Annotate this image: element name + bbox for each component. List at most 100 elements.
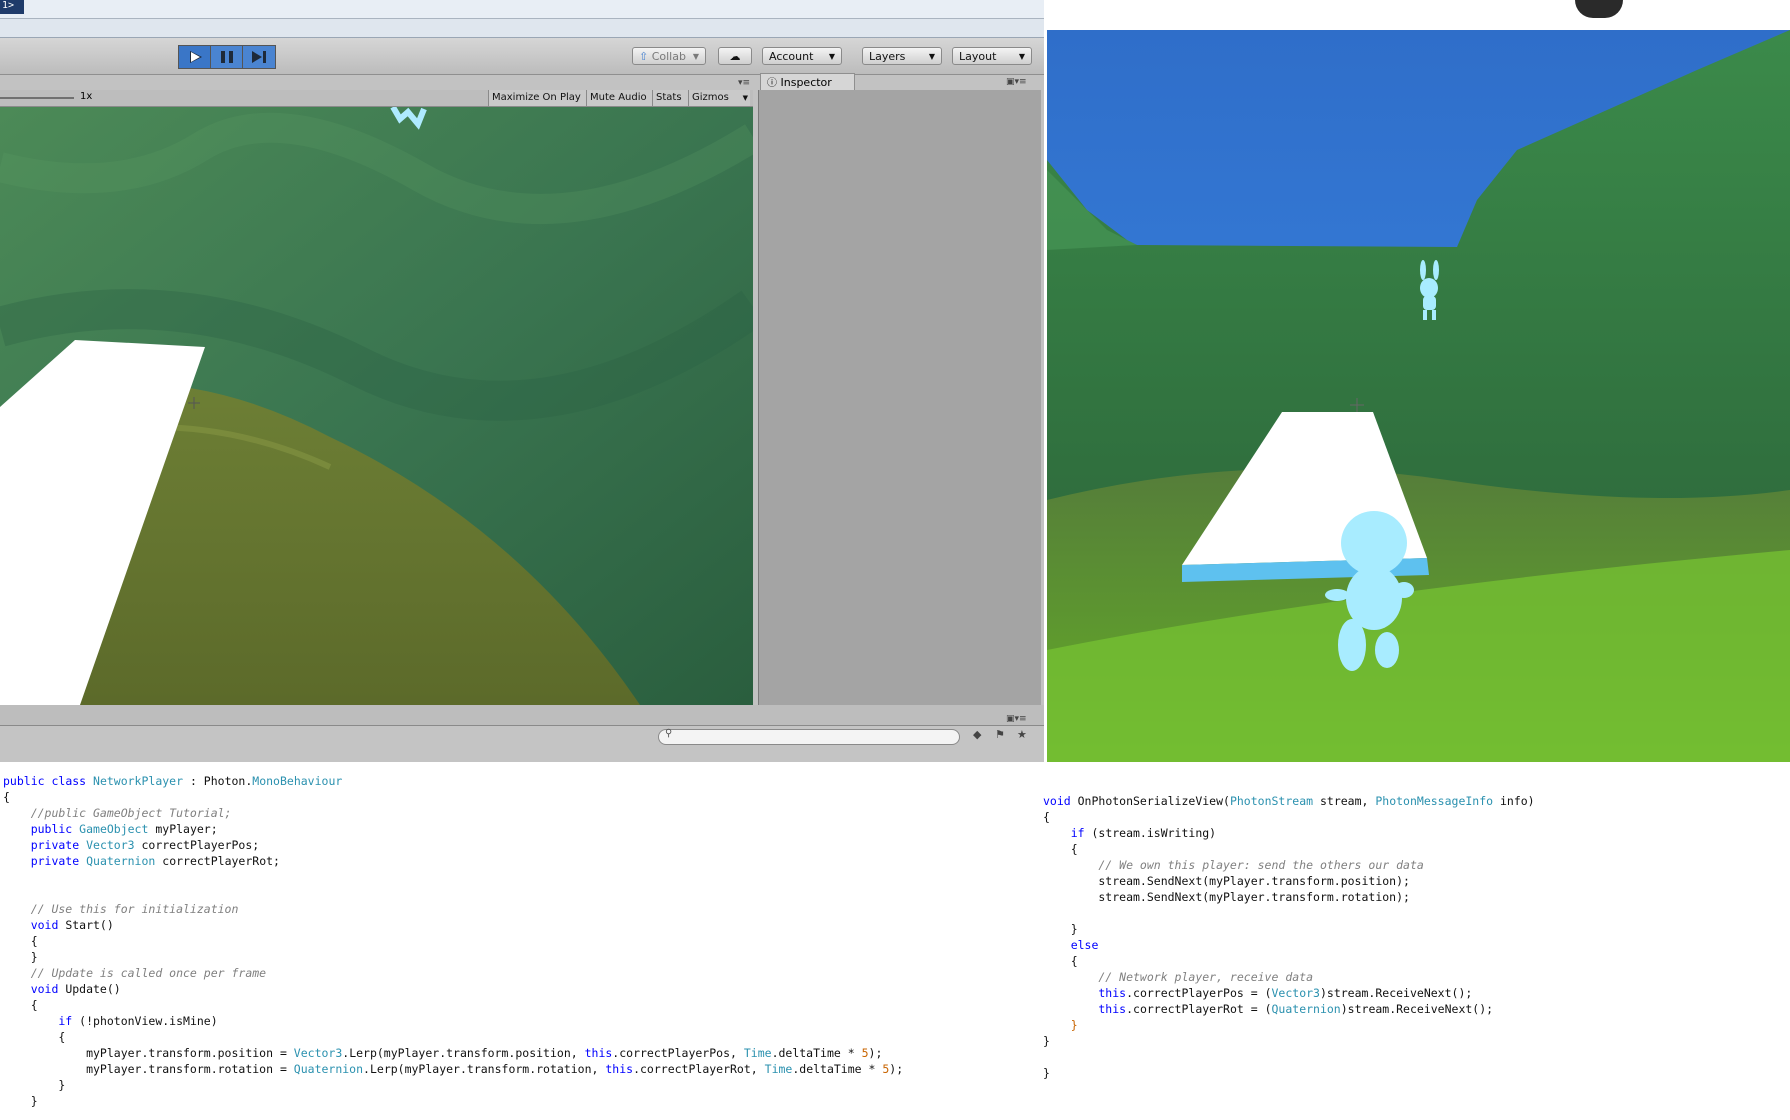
pause-button[interactable]	[210, 45, 244, 69]
code-line: }	[3, 1077, 1003, 1093]
project-panel-header	[0, 705, 1044, 726]
code-line: //public GameObject Tutorial;	[3, 805, 1003, 821]
code-line: public class NetworkPlayer : Photon.Mono…	[3, 773, 1003, 789]
gizmos-label: Gizmos	[692, 92, 729, 103]
collab-icon: ⇧	[639, 50, 649, 63]
code-token: .deltaTime *	[771, 1046, 862, 1060]
code-line: myPlayer.transform.position = Vector3.Le…	[3, 1045, 1003, 1061]
search-icon: ⚲	[665, 728, 673, 739]
code-token: Quaternion	[1271, 1002, 1341, 1016]
lock-icon[interactable]: ▣▾≡	[1006, 714, 1027, 724]
account-button[interactable]: Account ▼	[762, 47, 842, 65]
code-token: info)	[1493, 794, 1535, 808]
code-token: PhotonMessageInfo	[1375, 794, 1494, 808]
layers-button[interactable]: Layers ▼	[862, 47, 942, 65]
cloud-icon: ☁	[729, 50, 741, 63]
window-top-strip	[1047, 0, 1790, 31]
play-icon	[190, 51, 202, 63]
game-render-view[interactable]	[1047, 30, 1790, 762]
panel-menu-icon[interactable]: ▾≡	[738, 78, 750, 88]
chevron-down-icon: ▼	[1018, 52, 1025, 61]
unity-editor-window: 1> ⇧ Collab ▼ ☁ Account ▼ Layers ▼ Layou…	[0, 0, 1044, 762]
code-token: );	[889, 1062, 904, 1076]
code-token: {	[1043, 954, 1078, 968]
ide-title: 1>	[0, 0, 24, 14]
chevron-down-icon: ▼	[692, 52, 699, 61]
code-token: this	[1043, 986, 1127, 1000]
code-token: MonoBehaviour	[252, 774, 343, 788]
code-token: void	[1043, 794, 1078, 808]
code-token: Update()	[65, 982, 121, 996]
code-token: NetworkPlayer	[93, 774, 184, 788]
code-token: private	[3, 854, 87, 868]
code-token: {	[3, 1030, 66, 1044]
layout-button[interactable]: Layout ▼	[952, 47, 1032, 65]
game-build-window	[1047, 0, 1790, 762]
menu-band	[0, 19, 1044, 38]
code-token: }	[3, 950, 38, 964]
code-token: myPlayer;	[148, 822, 218, 836]
project-search-input[interactable]: ⚲	[658, 728, 960, 745]
favorite-star-icon[interactable]: ★	[1017, 728, 1027, 741]
code-line: {	[3, 789, 1003, 805]
code-line: {	[3, 933, 1003, 949]
code-token: .correctPlayerRot = (	[1126, 1002, 1272, 1016]
mute-audio-button[interactable]: Mute Audio	[586, 90, 652, 106]
code-line: {	[1043, 953, 1783, 969]
code-token: {	[3, 934, 38, 948]
code-token: GameObject	[79, 822, 149, 836]
code-line: // Update is called once per frame	[3, 965, 1003, 981]
code-token: myPlayer.transform.position =	[3, 1046, 294, 1060]
code-token: Start()	[65, 918, 114, 932]
code-token: private	[3, 838, 87, 852]
code-line: // Network player, receive data	[1043, 969, 1783, 985]
code-line: if (stream.isWriting)	[1043, 825, 1783, 841]
filter-by-type-icon[interactable]: ◆	[973, 728, 981, 741]
lock-icon[interactable]: ▣▾≡	[1006, 77, 1027, 87]
code-token: }	[1043, 922, 1078, 936]
play-button[interactable]	[178, 45, 212, 69]
code-line: {	[3, 997, 1003, 1013]
filter-by-label-icon[interactable]: ⚑	[995, 728, 1005, 741]
code-token: stream.SendNext(myPlayer.transform.posit…	[1043, 874, 1410, 888]
code-token: if	[1043, 826, 1092, 840]
code-line: this.correctPlayerRot = (Quaternion)stre…	[1043, 1001, 1783, 1017]
collab-button[interactable]: ⇧ Collab ▼	[632, 47, 706, 65]
code-line: // Use this for initialization	[3, 901, 1003, 917]
maximize-on-play-button[interactable]: Maximize On Play	[488, 90, 586, 106]
scale-slider[interactable]	[0, 97, 74, 99]
code-token: }	[1043, 1034, 1050, 1048]
code-snippet-right: void OnPhotonSerializeView(PhotonStream …	[1043, 793, 1783, 1103]
code-token: else	[1043, 938, 1099, 952]
code-token: this	[584, 1046, 613, 1060]
code-snippet-left: public class NetworkPlayer : Photon.Mono…	[3, 773, 1003, 1113]
code-token: class	[51, 774, 94, 788]
code-line: if (!photonView.isMine)	[3, 1013, 1003, 1029]
tab-inspector[interactable]: ⓘ Inspector	[760, 73, 855, 90]
code-line: }	[3, 1093, 1003, 1109]
code-token: Vector3	[293, 1046, 343, 1060]
code-line: }	[3, 949, 1003, 965]
code-line: else	[1043, 937, 1783, 953]
info-icon: ⓘ	[767, 78, 777, 89]
code-line: void Start()	[3, 917, 1003, 933]
code-token: (stream.isWriting)	[1091, 826, 1217, 840]
code-line: stream.SendNext(myPlayer.transform.rotat…	[1043, 889, 1783, 905]
code-token: }	[1043, 1066, 1050, 1080]
code-line: }	[1043, 1065, 1783, 1081]
code-token: {	[3, 790, 10, 804]
code-token: public	[3, 822, 80, 836]
chevron-down-icon: ▼	[742, 94, 748, 102]
stats-button[interactable]: Stats	[652, 90, 688, 106]
game-view[interactable]	[0, 107, 753, 705]
code-token: correctPlayerPos;	[134, 838, 260, 852]
code-token: .correctPlayerRot,	[633, 1062, 765, 1076]
code-token: .correctPlayerPos,	[612, 1046, 744, 1060]
code-token: stream.SendNext(myPlayer.transform.rotat…	[1043, 890, 1410, 904]
code-token: );	[868, 1046, 883, 1060]
gizmos-button[interactable]: Gizmos ▼	[688, 90, 750, 106]
step-button[interactable]	[242, 45, 276, 69]
cloud-button[interactable]: ☁	[718, 47, 752, 65]
